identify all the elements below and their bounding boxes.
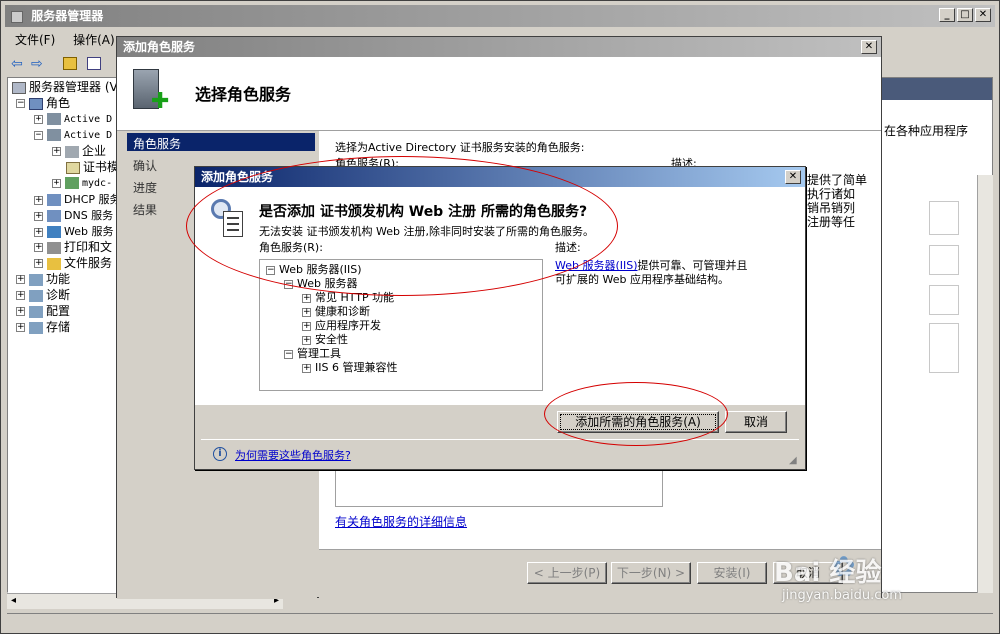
menu-file[interactable]: 文件(F) — [15, 33, 55, 47]
print-icon — [47, 241, 61, 254]
close-button[interactable]: ✕ — [975, 8, 991, 22]
tree-item-configuration[interactable]: + 配置 — [16, 304, 70, 319]
dialog-cancel-button[interactable]: 取消 — [725, 411, 787, 433]
tree-item-enterprise[interactable]: + 企业 — [52, 144, 106, 159]
dialog-role-tree[interactable]: − Web 服务器(IIS) − Web 服务器 + 常见 HTTP 功能 + 健康和诊… — [259, 259, 543, 391]
up-folder-icon[interactable] — [63, 57, 77, 70]
dialog-role-services-label: 角色服务(R): — [259, 241, 323, 254]
main-title: 服务器管理器 — [31, 9, 104, 23]
watermark: ✿ Bai 经验 jingyan.baidu.com — [770, 548, 994, 618]
dhcp-icon — [47, 194, 61, 206]
nav-results[interactable]: 结果 — [133, 201, 157, 218]
main-menubar: 文件(F) 操作(A) — [15, 31, 129, 49]
right-scrollbar[interactable] — [977, 175, 993, 593]
features-icon — [29, 273, 43, 286]
watermark-brand: Bai 经验 — [774, 558, 882, 588]
wizard-heading: 选择角色服务 — [195, 85, 292, 104]
server-icon — [12, 81, 26, 94]
why-needed-link[interactable]: 为何需要这些角色服务? — [235, 447, 351, 463]
tree-item-dhcp[interactable]: + DHCP 服务 — [34, 192, 121, 207]
main-titlebar: 服务器管理器 _ □ ✕ — [5, 5, 995, 27]
back-arrow-icon[interactable]: ⇦ — [11, 56, 23, 72]
dialog-explain: 无法安装 证书颁发机构 Web 注册,除非同时安装了所需的角色服务。 — [259, 225, 594, 238]
watermark-url: jingyan.baidu.com — [782, 588, 902, 603]
dialog-tree-item[interactable]: + 常见 HTTP 功能 — [302, 290, 394, 305]
cert-template-icon — [66, 161, 80, 174]
tree-item-roles[interactable]: − 角色 — [16, 96, 70, 111]
dialog-desc: Web 服务器(IIS)提供可靠、可管理并且 可扩展的 Web 应用程序基础结构… — [555, 259, 748, 286]
prev-button[interactable]: < 上一步(P) — [527, 562, 607, 584]
diagnostics-icon — [29, 289, 43, 302]
dialog-title: 添加角色服务 — [201, 170, 274, 184]
tree-item-web[interactable]: + Web 服务 — [34, 224, 113, 239]
roles-icon — [29, 97, 43, 110]
show-hide-tree-icon[interactable] — [87, 57, 101, 70]
dialog-titlebar: 添加角色服务 ✕ — [195, 167, 805, 187]
dialog-tree-item[interactable]: − Web 服务器(IIS) — [266, 262, 362, 277]
right-pane-header — [882, 78, 992, 100]
tree-item-print[interactable]: + 打印和文 — [34, 240, 112, 255]
dialog-window: 添加角色服务 ✕ 是否添加 证书颁发机构 Web 注册 所需的角色服务? 无法安… — [194, 166, 806, 470]
tree-item-diagnostics[interactable]: + 诊断 — [16, 288, 70, 303]
tree-item-dns[interactable]: + DNS 服务 — [34, 208, 113, 223]
maximize-button[interactable]: □ — [957, 8, 973, 22]
ca-icon — [65, 177, 79, 189]
wizard-header: ✚ 选择角色服务 — [117, 57, 881, 131]
dialog-tree-item[interactable]: + 安全性 — [302, 332, 348, 347]
tree-item-mydc[interactable]: + mydc- — [52, 176, 112, 191]
menu-action[interactable]: 操作(A) — [73, 33, 115, 47]
storage-icon — [29, 321, 43, 334]
dns-icon — [47, 210, 61, 222]
dialog-close-button[interactable]: ✕ — [785, 170, 801, 184]
settings-wizard-icon — [211, 199, 245, 239]
forward-arrow-icon[interactable]: ⇨ — [31, 56, 43, 72]
file-icon — [47, 257, 61, 270]
nav-progress[interactable]: 进度 — [133, 179, 157, 196]
toolbar: ⇦ ⇨ — [7, 53, 121, 75]
add-required-services-button[interactable]: 添加所需的角色服务(A) — [557, 411, 719, 433]
dialog-desc-label: 描述: — [555, 241, 581, 254]
dialog-divider — [201, 439, 799, 440]
tree-item-file[interactable]: + 文件服务 — [34, 256, 112, 271]
bg-box — [929, 285, 959, 315]
enterprise-icon — [65, 145, 79, 158]
wizard-more-info-link[interactable]: 有关角色服务的详细信息 — [335, 513, 467, 530]
dialog-tree-item[interactable]: + 应用程序开发 — [302, 318, 381, 333]
dialog-tree-item[interactable]: + IIS 6 管理兼容性 — [302, 360, 397, 375]
info-icon: i — [213, 447, 227, 461]
tree-item-server-manager[interactable]: 服务器管理器 (V — [12, 80, 118, 95]
web-icon — [47, 226, 61, 238]
tree-item-cert-templates[interactable]: 证书模 — [66, 160, 119, 175]
server-manager-icon — [11, 10, 23, 23]
server-add-icon: ✚ — [131, 67, 171, 115]
dialog-tree-item[interactable]: − Web 服务器 — [284, 276, 357, 291]
wizard-close-button[interactable]: ✕ — [861, 40, 877, 54]
nav-role-services[interactable]: 角色服务 — [133, 135, 181, 152]
dialog-tree-item[interactable]: + 健康和诊断 — [302, 304, 370, 319]
bg-box — [929, 323, 959, 373]
ad-cert-icon — [47, 129, 61, 141]
minimize-button[interactable]: _ — [939, 8, 955, 22]
ad-icon — [47, 113, 61, 125]
resize-grip-icon[interactable]: ◢ — [789, 455, 797, 466]
tree-item-storage[interactable]: + 存储 — [16, 320, 70, 335]
install-button[interactable]: 安装(I) — [697, 562, 767, 584]
configuration-icon — [29, 305, 43, 318]
bg-box — [929, 245, 959, 275]
web-server-link[interactable]: Web 服务器(IIS) — [555, 259, 638, 272]
tree-item-ad-1[interactable]: + Active D — [34, 112, 112, 127]
wizard-intro: 选择为Active Directory 证书服务安装的角色服务: — [335, 141, 585, 154]
wizard-desc: 提供了简单 执行诸如 销吊销列 注册等任 — [807, 173, 868, 229]
wizard-titlebar: 添加角色服务 ✕ — [117, 37, 881, 57]
wizard-title: 添加角色服务 — [123, 40, 196, 54]
right-pane-text: 在各种应用程序 — [884, 124, 969, 138]
bg-box — [929, 201, 959, 235]
nav-confirm[interactable]: 确认 — [133, 157, 157, 174]
dialog-question: 是否添加 证书颁发机构 Web 注册 所需的角色服务? — [259, 204, 588, 220]
dialog-body: 是否添加 证书颁发机构 Web 注册 所需的角色服务? 无法安装 证书颁发机构 … — [195, 187, 805, 405]
next-button[interactable]: 下一步(N) > — [611, 562, 691, 584]
tree-item-ad-2[interactable]: − Active D — [34, 128, 112, 143]
tree-item-features[interactable]: + 功能 — [16, 272, 70, 287]
dialog-tree-item[interactable]: − 管理工具 — [284, 346, 341, 361]
